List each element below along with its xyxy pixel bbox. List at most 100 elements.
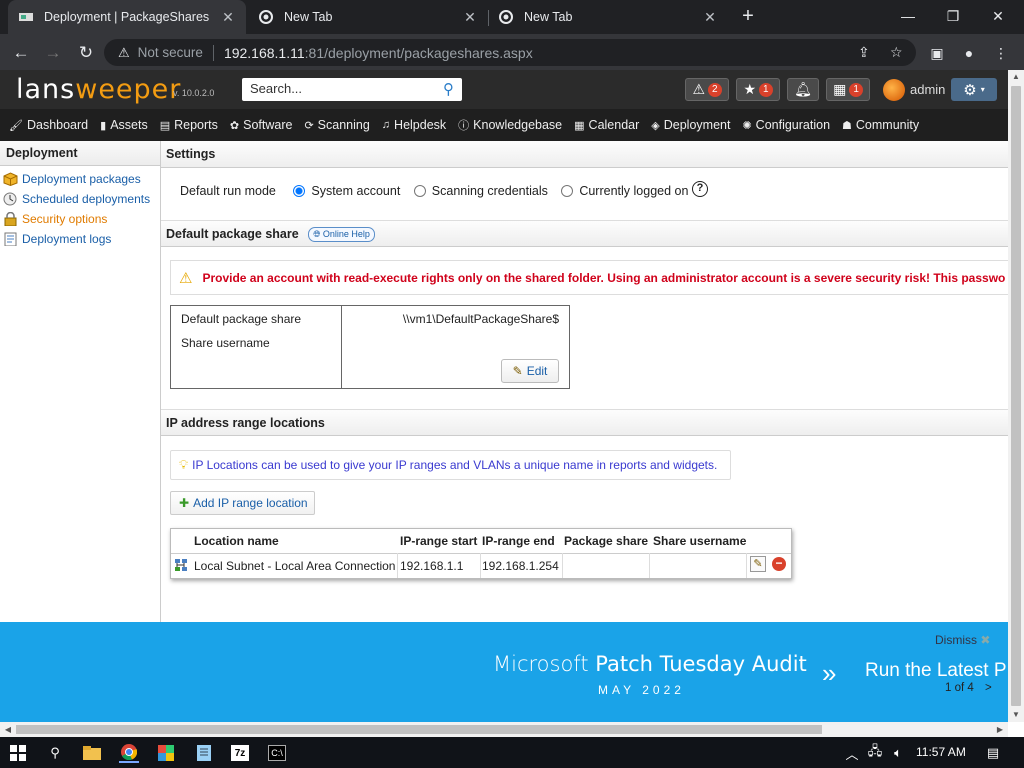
minimize-icon[interactable]: — xyxy=(896,6,920,26)
username-label: Share username xyxy=(181,336,270,350)
close-tab-icon[interactable]: ✕ xyxy=(702,9,718,25)
search-input[interactable]: Search... ⚲ xyxy=(242,78,462,101)
close-tab-icon[interactable]: ✕ xyxy=(220,9,236,25)
volume-icon[interactable]: 🔈︎ xyxy=(888,743,908,763)
banner-next-title[interactable]: Run the Latest P xyxy=(865,660,1007,682)
add-ip-range-button[interactable]: ✚ Add IP range location xyxy=(170,491,315,515)
nav-helpdesk[interactable]: ♫ Helpdesk xyxy=(382,118,446,132)
sidebar-item-scheduled-deployments[interactable]: Scheduled deployments xyxy=(0,189,160,209)
calendar-button[interactable]: ▦ 1 xyxy=(826,78,870,101)
file-explorer-icon[interactable] xyxy=(82,743,102,763)
network-icon xyxy=(174,558,188,575)
address-bar[interactable]: ⚠ Not secure 192.168.1.11:81/deployment/… xyxy=(104,39,916,66)
reload-icon[interactable]: ↻ xyxy=(75,42,97,64)
col-ip-end[interactable]: IP-range end xyxy=(482,534,555,548)
new-tab-button[interactable]: + xyxy=(736,6,760,26)
profile-icon[interactable]: ● xyxy=(958,42,980,64)
chrome-taskbar-icon[interactable] xyxy=(119,743,139,763)
share-value: \\vm1\DefaultPackageShare$ xyxy=(402,312,559,326)
scroll-left-icon[interactable]: ◀ xyxy=(0,722,16,737)
banner-pager: 1 of 4 > xyxy=(945,682,992,694)
online-help-button[interactable]: 🌐︎ Online Help xyxy=(308,227,375,242)
network-icon[interactable]: 🖧︎ xyxy=(865,743,885,763)
menu-icon[interactable]: ⋮ xyxy=(990,42,1012,64)
nav-assets[interactable]: ▮ Assets xyxy=(100,118,148,132)
radio-currently-logged-on[interactable]: Currently logged on xyxy=(561,184,688,198)
url-host: 192.168.1.11 xyxy=(223,44,305,61)
pager-next-button[interactable]: > xyxy=(985,682,992,694)
row-ip-end: 192.168.1.254 xyxy=(482,559,559,573)
sidebar-toggle-icon[interactable]: ▣ xyxy=(926,42,948,64)
nav-software[interactable]: ✿ Software xyxy=(230,118,293,132)
warning-icon[interactable]: ⚠ xyxy=(118,45,130,61)
chevron-down-icon: ▾ xyxy=(980,85,985,94)
nav-scanning[interactable]: ⟳ Scanning xyxy=(304,118,369,132)
tab-title: Deployment | PackageShares xyxy=(44,10,210,24)
notifications-button[interactable]: 🔔︎ xyxy=(787,78,819,101)
dashboard-icon: 🖌︎ xyxy=(9,119,23,132)
tab-new-1[interactable]: New Tab ✕ xyxy=(248,0,488,34)
scroll-down-icon[interactable]: ▼ xyxy=(1008,708,1024,722)
assets-icon: ▮ xyxy=(100,119,107,132)
col-package-share[interactable]: Package share xyxy=(564,534,648,548)
row-location-name[interactable]: Local Subnet - Local Area Connection xyxy=(194,559,395,573)
close-tab-icon[interactable]: ✕ xyxy=(462,9,478,25)
delete-row-icon[interactable]: − xyxy=(772,557,786,571)
clock[interactable]: 11:57 AM xyxy=(916,745,966,759)
alerts-button[interactable]: ⚠ 2 xyxy=(685,78,729,101)
search-icon[interactable]: ⚲ xyxy=(45,743,65,763)
share-icon[interactable]: ⇪ xyxy=(858,44,870,61)
cmd-icon[interactable]: C:\ xyxy=(268,745,286,761)
app-icon[interactable] xyxy=(156,743,176,763)
radio-scanning-credentials[interactable]: Scanning credentials xyxy=(413,184,548,198)
dismiss-button[interactable]: Dismiss ✖ xyxy=(935,633,990,647)
nav-configuration[interactable]: ✺ Configuration xyxy=(742,118,830,132)
user-menu[interactable]: admin xyxy=(883,78,945,101)
scroll-thumb[interactable] xyxy=(16,725,822,734)
alerts-badge: 2 xyxy=(708,82,722,97)
notepad-icon[interactable] xyxy=(194,743,214,763)
ip-locations-header: IP address range locations xyxy=(161,409,1008,436)
vertical-scrollbar[interactable]: ▲ ▼ xyxy=(1008,70,1024,722)
tab-new-2[interactable]: New Tab ✕ xyxy=(488,0,728,34)
horizontal-scrollbar[interactable]: ◀ ▶ xyxy=(0,722,1008,737)
chevron-up-icon[interactable]: ︿ xyxy=(842,743,862,763)
back-icon[interactable]: ← xyxy=(10,42,32,64)
main-nav: 🖌︎ Dashboard ▮ Assets ▤ Reports ✿ Software ⟳… xyxy=(0,109,1008,141)
scroll-up-icon[interactable]: ▲ xyxy=(1008,70,1024,84)
restore-icon[interactable]: ❐ xyxy=(941,6,965,26)
close-window-icon[interactable]: ✕ xyxy=(986,6,1010,26)
tab-deployment[interactable]: Deployment | PackageShares ✕ xyxy=(8,0,246,34)
nav-calendar[interactable]: ▦ Calendar xyxy=(574,118,639,132)
col-location-name[interactable]: Location name xyxy=(194,534,279,548)
edit-button[interactable]: ✎ Edit xyxy=(501,359,559,383)
nav-dashboard[interactable]: 🖌︎ Dashboard xyxy=(9,118,88,132)
lansweeper-logo[interactable]: lansweeper xyxy=(16,74,181,105)
chrome-icon xyxy=(258,9,274,25)
col-share-username[interactable]: Share username xyxy=(653,534,746,548)
forward-icon[interactable]: → xyxy=(42,42,64,64)
settings-button[interactable]: ⚙ ▾ xyxy=(951,78,997,101)
notification-center-icon[interactable]: ▤ xyxy=(983,743,1003,763)
search-placeholder: Search... xyxy=(250,81,303,96)
nav-deployment[interactable]: ◈ Deployment xyxy=(651,118,730,132)
nav-community[interactable]: ☗ Community xyxy=(842,118,919,132)
nav-reports[interactable]: ▤ Reports xyxy=(160,118,218,132)
7zip-icon[interactable]: 7z xyxy=(231,745,249,761)
favorites-button[interactable]: ★ 1 xyxy=(736,78,780,101)
help-icon[interactable]: ? xyxy=(692,181,708,197)
sidebar-item-security-options[interactable]: Security options xyxy=(0,209,160,229)
info-text: IP Locations can be used to give your IP… xyxy=(192,458,718,472)
scroll-thumb[interactable] xyxy=(1011,86,1021,706)
windows-start-icon[interactable] xyxy=(8,743,28,763)
edit-row-icon[interactable]: ✎ xyxy=(750,556,766,572)
radio-system-account[interactable]: System account xyxy=(293,184,400,198)
scroll-right-icon[interactable]: ▶ xyxy=(992,722,1008,737)
col-ip-start[interactable]: IP-range start xyxy=(400,534,477,548)
search-icon[interactable]: ⚲ xyxy=(443,80,454,98)
sidebar-item-deployment-packages[interactable]: Deployment packages xyxy=(0,169,160,189)
sidebar-item-deployment-logs[interactable]: Deployment logs xyxy=(0,229,160,249)
bookmark-star-icon[interactable]: ☆ xyxy=(890,44,903,61)
double-chevron-right-icon[interactable]: » xyxy=(822,658,836,689)
nav-knowledgebase[interactable]: ⓘ Knowledgebase xyxy=(458,117,562,133)
